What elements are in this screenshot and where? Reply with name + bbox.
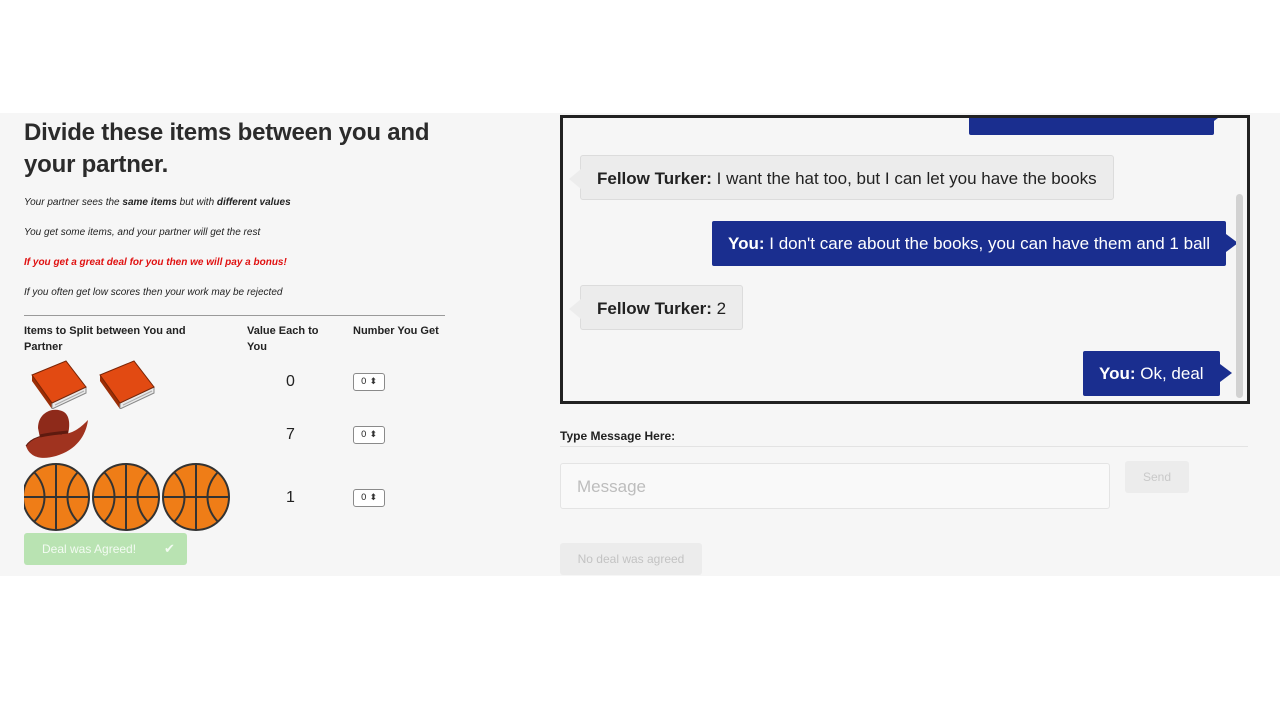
table-row-hat: 7 0 ⬍ <box>24 406 454 464</box>
quantity-select-books[interactable]: 0 ⬍ <box>353 373 385 391</box>
no-deal-button[interactable]: No deal was agreed <box>560 543 702 575</box>
book-icon <box>31 360 155 410</box>
table-row-books: 0 0 ⬍ <box>24 353 454 411</box>
note-same-items: Your partner sees the same items but wit… <box>24 197 291 208</box>
quantity-select-balls[interactable]: 0 ⬍ <box>353 489 385 507</box>
negotiation-app: Divide these items between you and your … <box>0 113 1280 576</box>
message-input[interactable]: Message <box>560 463 1110 509</box>
deal-agreed-button[interactable]: Deal was Agreed! ✔ <box>24 533 187 565</box>
hat-icon <box>24 406 94 469</box>
divider <box>24 315 445 316</box>
chat-log[interactable]: Fellow Turker: I want the hat too, but I… <box>560 115 1250 404</box>
deal-agreed-label: Deal was Agreed! <box>42 542 137 556</box>
chat-message-you: You: Ok, deal <box>1083 351 1232 396</box>
quantity-select-hat[interactable]: 0 ⬍ <box>353 426 385 444</box>
value-hat: 7 <box>286 426 295 443</box>
ball-icon <box>22 463 230 531</box>
value-books: 0 <box>286 373 295 390</box>
chat-scrollbar[interactable] <box>1236 194 1243 398</box>
column-header-items: Items to Split between You and Partner <box>24 325 186 353</box>
message-label: Type Message Here: <box>560 429 676 443</box>
chat-message-you: You: I don't care about the books, you c… <box>712 221 1239 266</box>
book-icons <box>24 353 164 414</box>
note-rejected: If you often get low scores then your wo… <box>24 287 283 298</box>
chat-message-partner: Fellow Turker: I want the hat too, but I… <box>569 155 1114 200</box>
chat-message-you <box>969 118 1226 135</box>
value-balls: 1 <box>286 489 295 506</box>
table-row-balls: 1 0 ⬍ <box>22 461 454 533</box>
items-panel: Divide these items between you and your … <box>22 113 454 565</box>
send-button[interactable]: Send <box>1125 461 1189 493</box>
divider <box>560 446 1248 447</box>
note-split: You get some items, and your partner wil… <box>24 227 261 238</box>
column-header-value: Value Each to You <box>247 325 319 353</box>
column-header-number: Number You Get <box>353 325 439 337</box>
ball-icons <box>22 461 234 538</box>
page-title: Divide these items between you and your … <box>24 119 430 178</box>
check-icon: ✔ <box>164 541 175 556</box>
chat-message-partner: Fellow Turker: 2 <box>568 285 744 330</box>
note-bonus: If you get a great deal for you then we … <box>24 257 287 268</box>
